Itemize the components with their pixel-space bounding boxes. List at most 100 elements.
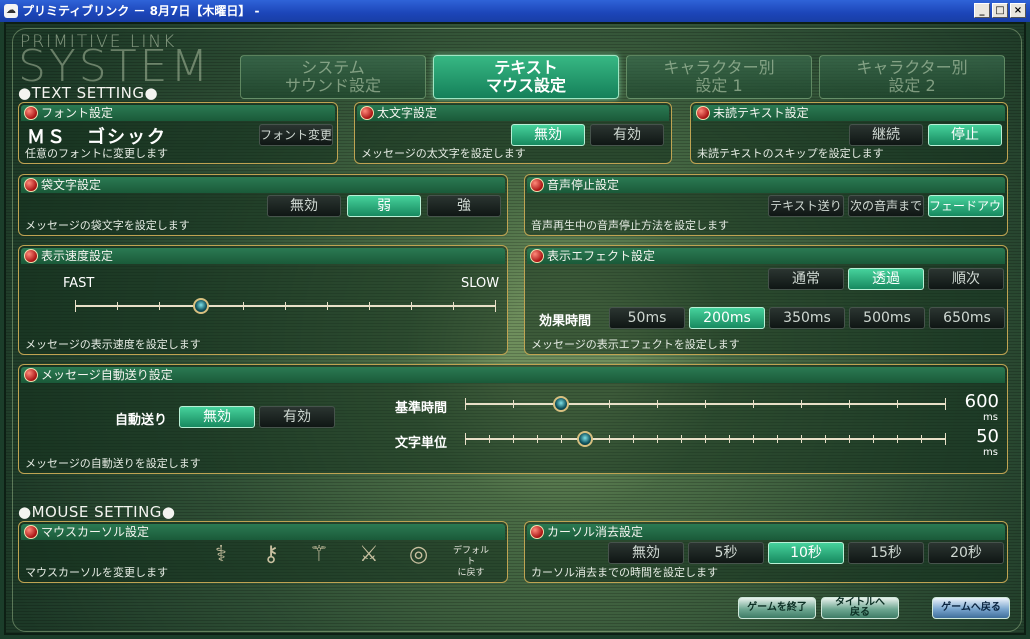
quit-game-button[interactable]: ゲームを終了 [738,597,816,619]
bullet-icon [24,525,38,539]
bold-on-button[interactable]: 有効 [590,124,664,146]
ring-cursor-icon[interactable]: ◎ [409,542,428,567]
scepter-cursor-icon[interactable]: ⚚ [309,542,329,567]
slider-tick [897,435,898,443]
tab-line2: サウンド設定 [284,76,381,95]
cursor-hide-panel: カーソル消去設定 無効 5秒 10秒 15秒 20秒 カーソル消去までの時間を設… [524,521,1008,583]
panel-description: マウスカーソルを変更します [25,566,168,579]
panel-title: 表示速度設定 [21,248,505,264]
slider-tick [369,302,370,310]
speed-slider[interactable] [75,298,496,314]
slider-tick [159,302,160,310]
app-icon[interactable]: ☁ [4,4,18,18]
back-to-game-button[interactable]: ゲームへ戻る [932,597,1010,619]
outline-off-button[interactable]: 無効 [267,195,341,217]
slider-tick [897,400,898,408]
slider-tick [801,400,802,408]
font-change-button[interactable]: フォント変更 [259,124,333,146]
slider-tick [705,400,706,408]
effect-transparent-button[interactable]: 透過 [848,268,924,290]
font-panel: フォント設定 ＭＳ ゴシック フォント変更 任意のフォントに変更します [18,102,338,164]
outline-weak-button[interactable]: 弱 [347,195,421,217]
default-cursor-button[interactable]: デフォルト に戻す [451,546,491,579]
slider-tick [453,302,454,310]
char-unit-slider[interactable] [465,431,946,447]
close-button[interactable]: × [1010,3,1026,18]
slider-tick [873,435,874,443]
tab-character-2[interactable]: キャラクター別 設定 2 [819,55,1005,99]
bold-off-button[interactable]: 無効 [511,124,585,146]
key-cursor-icon[interactable]: ⚷ [263,542,279,567]
tab-line1: キャラクター別 [856,58,968,77]
auto-on-button[interactable]: 有効 [259,406,335,428]
tab-line2: マウス設定 [485,76,566,95]
slider-tick [657,400,658,408]
window-titlebar: ☁ プリミティブリンク － 8月7日【木曜日】 - _ □ × [0,0,1030,22]
speed-panel: 表示速度設定 FAST SLOW メッセージの表示速度を設定します [18,245,508,355]
bullet-icon [24,106,38,120]
back-to-title-button[interactable]: タイトルへ 戻る [821,597,899,619]
bullet-icon [530,178,544,192]
auto-off-button[interactable]: 無効 [179,406,255,428]
speed-slow-label: SLOW [461,276,500,291]
minimize-button[interactable]: _ [974,3,990,18]
effect-time-650-button[interactable]: 650ms [929,307,1005,329]
auto-label: 自動送り [115,413,168,428]
tab-character-1[interactable]: キャラクター別 設定 1 [626,55,812,99]
slider-tick [465,433,466,445]
panel-title-text: メッセージ自動送り設定 [41,368,173,382]
effect-time-200-button[interactable]: 200ms [689,307,765,329]
slider-knob[interactable] [193,298,209,314]
effect-normal-button[interactable]: 通常 [768,268,844,290]
slider-knob[interactable] [577,431,593,447]
panel-title-text: 未読テキスト設定 [713,106,809,120]
cursor-hide-5s-button[interactable]: 5秒 [688,542,764,564]
cursor-hide-20s-button[interactable]: 20秒 [928,542,1004,564]
slider-tick [753,435,754,443]
panel-title-text: カーソル消去設定 [547,525,644,539]
tab-system-sound[interactable]: システム サウンド設定 [240,55,426,99]
tab-text-mouse[interactable]: テキスト マウス設定 [433,55,619,99]
voice-text-advance-button[interactable]: テキスト送り [768,195,844,217]
voice-fadeout-button[interactable]: フェードアウト [928,195,1004,217]
slider-tick [849,435,850,443]
voice-stop-panel: 音声停止設定 テキスト送り 次の音声まで フェードアウト 音声再生中の音声停止方… [524,174,1008,236]
panel-title-text: マウスカーソル設定 [41,525,150,539]
unread-stop-button[interactable]: 停止 [928,124,1002,146]
tab-line1: キャラクター別 [663,58,775,77]
panel-description: メッセージの自動送りを設定します [25,457,201,470]
char-unit-value: 50 [976,426,999,447]
cursor-hide-10s-button[interactable]: 10秒 [768,542,844,564]
unread-panel: 未読テキスト設定 継続 停止 未読テキストのスキップを設定します [690,102,1008,164]
slider-tick [513,400,514,408]
maximize-button[interactable]: □ [992,3,1008,18]
bullet-icon [24,249,38,263]
base-time-slider[interactable] [465,396,946,412]
panel-title-text: フォント設定 [41,106,114,120]
effect-sequential-button[interactable]: 順次 [928,268,1004,290]
effect-time-350-button[interactable]: 350ms [769,307,845,329]
staff-cursor-icon[interactable]: ⚕ [215,542,227,567]
slider-tick [945,398,946,410]
slider-tick [705,435,706,443]
slider-knob[interactable] [553,396,569,412]
slider-tick [825,435,826,443]
outline-strong-button[interactable]: 強 [427,195,501,217]
effect-time-label: 効果時間 [539,314,592,329]
slider-tick [537,435,538,443]
slider-tick [657,435,658,443]
effect-time-50-button[interactable]: 50ms [609,307,685,329]
unread-continue-button[interactable]: 継続 [849,124,923,146]
cursor-hide-off-button[interactable]: 無効 [608,542,684,564]
panel-title: マウスカーソル設定 [21,524,505,540]
mouse-cursor-panel: マウスカーソル設定 ⚕ ⚷ ⚚ ⚔ ◎ デフォルト に戻す マウスカーソルを変更… [18,521,508,583]
bullet-icon [360,106,374,120]
panel-description: 未読テキストのスキップを設定します [697,147,884,160]
effect-time-500-button[interactable]: 500ms [849,307,925,329]
cursor-hide-15s-button[interactable]: 15秒 [848,542,924,564]
auto-advance-panel: メッセージ自動送り設定 自動送り 無効 有効 基準時間 600 ms 文字単位 … [18,364,1008,474]
voice-next-button[interactable]: 次の音声まで [848,195,924,217]
sword-cursor-icon[interactable]: ⚔ [359,542,379,567]
slider-tick [633,435,634,443]
quit-game-label: ゲームを終了 [747,602,807,613]
